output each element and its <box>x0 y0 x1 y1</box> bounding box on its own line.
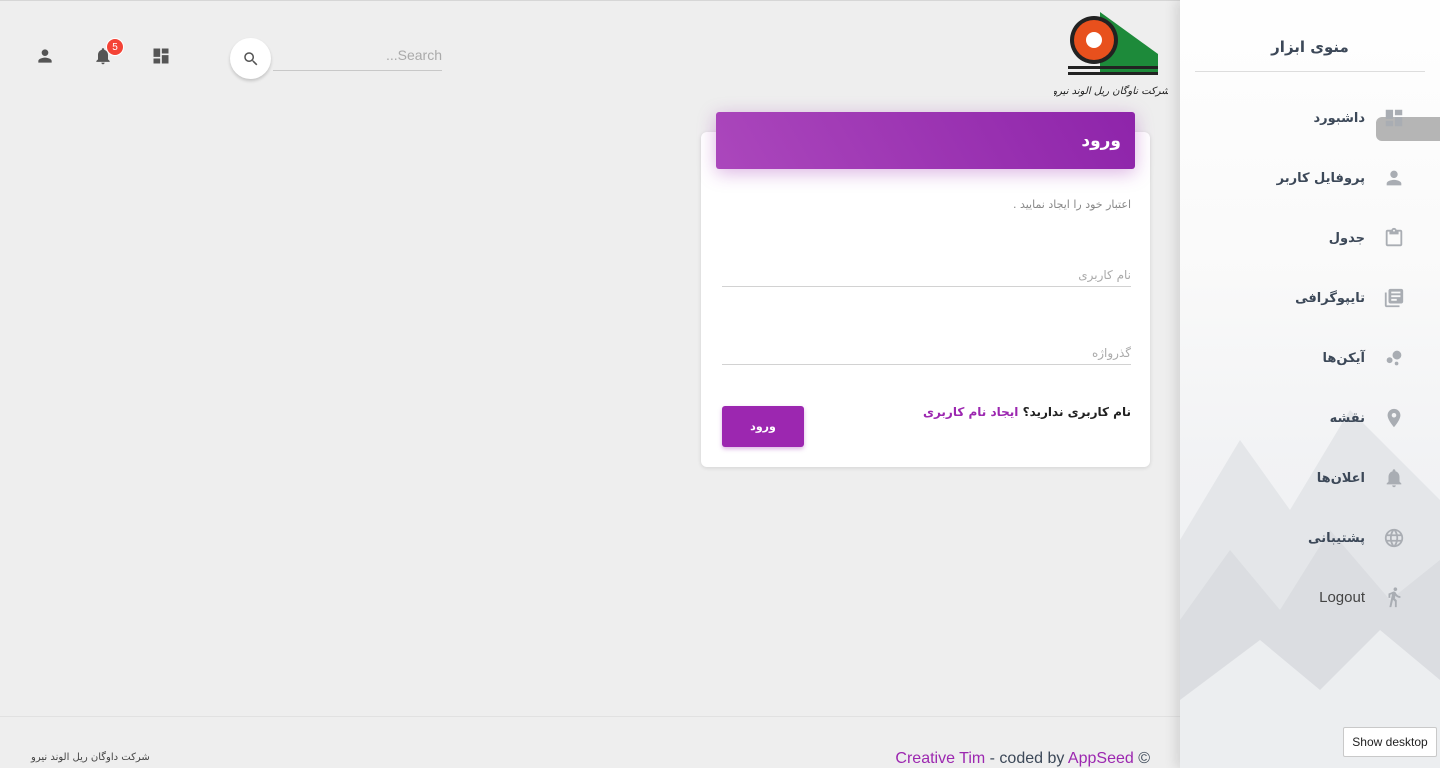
person-icon[interactable] <box>33 44 57 68</box>
sidebar-background-image <box>1180 410 1440 768</box>
person-icon <box>1382 166 1406 190</box>
sidebar-item-table[interactable]: جدول <box>1180 218 1440 258</box>
sidebar-item-label: داشبورد <box>1313 110 1365 126</box>
bubble-chart-icon <box>1382 346 1406 370</box>
login-card-header: ورود <box>716 112 1135 169</box>
password-field[interactable] <box>722 341 1131 365</box>
svg-text:شرکت ناوگان ریل الوند نیرو: شرکت ناوگان ریل الوند نیرو <box>1054 85 1168 97</box>
sidebar-item-label: پشتیبانی <box>1308 530 1365 546</box>
language-icon <box>1382 526 1406 550</box>
notification-count-badge: 5 <box>106 38 124 56</box>
sidebar-item-label: تایپوگرافی <box>1295 290 1365 306</box>
login-card: اعتبار خود را ایجاد نمایید . نام کاربری … <box>701 132 1150 467</box>
login-button[interactable]: ورود <box>722 406 804 447</box>
sidebar-item-user-profile[interactable]: پروفایل کاربر <box>1180 158 1440 198</box>
dashboard-icon <box>1382 106 1406 130</box>
sidebar: منوی ابزار داشبورد پروفایل کاربر جدول تا… <box>1180 0 1440 768</box>
search-button[interactable] <box>230 38 271 79</box>
sidebar-item-support[interactable]: پشتیبانی <box>1180 518 1440 558</box>
sidebar-item-label: آیکن‌ها <box>1322 350 1366 366</box>
login-title: ورود <box>1081 130 1121 151</box>
username-field[interactable] <box>722 263 1131 287</box>
footer-copyright: © <box>1133 750 1150 767</box>
library-books-icon <box>1382 286 1406 310</box>
sidebar-item-icons[interactable]: آیکن‌ها <box>1180 338 1440 378</box>
footer-company-name: شرکت داوگان ریل الوند نیرو <box>31 752 150 763</box>
sidebar-item-label: پروفایل کاربر <box>1276 170 1365 186</box>
sidebar-title: منوی ابزار <box>1195 22 1425 72</box>
sidebar-item-logout[interactable]: Logout <box>1180 577 1440 617</box>
signup-link[interactable]: ایجاد نام کاربری <box>923 405 1018 419</box>
footer-coded-by: - coded by <box>985 750 1068 767</box>
footer-divider <box>0 716 1180 717</box>
signup-prompt: نام کاربری ندارید؟ ایجاد نام کاربری <box>923 405 1131 419</box>
sidebar-item-label: Logout <box>1319 588 1365 606</box>
clipboard-icon <box>1382 226 1406 250</box>
footer-credit: Creative Tim - coded by AppSeed © <box>895 750 1150 768</box>
no-account-text: نام کاربری ندارید؟ <box>1022 405 1131 419</box>
sidebar-item-label: جدول <box>1328 230 1365 246</box>
creative-tim-link[interactable]: Creative Tim <box>895 750 985 767</box>
search-input[interactable] <box>273 40 442 71</box>
sidebar-item-notifications[interactable]: اعلان‌ها <box>1180 458 1440 498</box>
notifications-icon <box>1382 466 1406 490</box>
location-icon <box>1382 406 1406 430</box>
login-subtitle: اعتبار خود را ایجاد نمایید . <box>1012 198 1131 211</box>
appseed-link[interactable]: AppSeed <box>1068 750 1134 767</box>
sidebar-item-typography[interactable]: تایپوگرافی <box>1180 278 1440 318</box>
company-logo: شرکت ناوگان ریل الوند نیرو <box>1050 10 1170 102</box>
sidebar-item-label: نقشه <box>1329 410 1365 426</box>
run-icon <box>1382 585 1406 609</box>
search-icon <box>243 51 257 65</box>
sidebar-item-map[interactable]: نقشه <box>1180 398 1440 438</box>
show-desktop-tooltip[interactable]: Show desktop <box>1343 727 1437 757</box>
sidebar-item-dashboard[interactable]: داشبورد <box>1180 98 1440 138</box>
sidebar-item-label: اعلان‌ها <box>1316 470 1365 486</box>
notifications-icon[interactable]: 5 <box>91 38 124 68</box>
dashboard-icon[interactable] <box>149 44 173 68</box>
